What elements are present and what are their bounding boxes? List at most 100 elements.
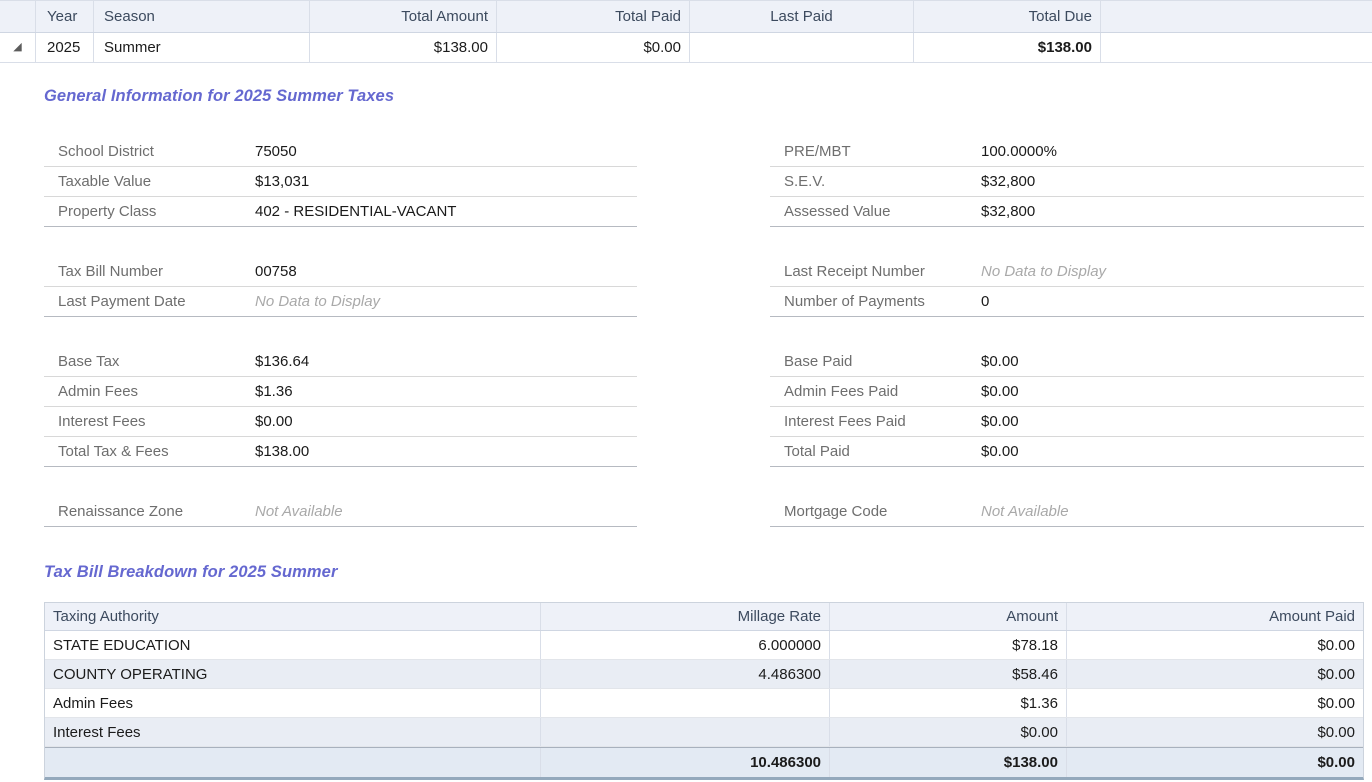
cell-total-due: $138.00 bbox=[914, 33, 1101, 62]
info-row-last-receipt-number: Last Receipt Number No Data to Display bbox=[770, 257, 1364, 287]
field-label: Base Tax bbox=[58, 353, 255, 370]
column-header-total-paid: Total Paid bbox=[497, 1, 690, 32]
field-value-empty: Not Available bbox=[981, 503, 1069, 520]
info-row-pre-mbt: PRE/MBT 100.0000% bbox=[770, 137, 1364, 167]
cell-amount-paid: $0.00 bbox=[1067, 631, 1363, 659]
column-header-taxing-authority: Taxing Authority bbox=[45, 603, 541, 630]
cell-total-amount-paid: $0.00 bbox=[1067, 748, 1363, 777]
field-label: Last Receipt Number bbox=[784, 263, 981, 280]
info-group-receipts: Last Receipt Number No Data to Display N… bbox=[770, 257, 1364, 317]
field-label: Admin Fees bbox=[58, 383, 255, 400]
general-information-heading: General Information for 2025 Summer Taxe… bbox=[44, 87, 394, 106]
info-group-property: School District 75050 Taxable Value $13,… bbox=[44, 137, 637, 227]
general-info-left-column: School District 75050 Taxable Value $13,… bbox=[44, 137, 637, 557]
cell-taxing-authority: Admin Fees bbox=[45, 689, 541, 717]
info-row-base-paid: Base Paid $0.00 bbox=[770, 347, 1364, 377]
column-header-amount: Amount bbox=[830, 603, 1067, 630]
row-expander-cell: ◢ bbox=[0, 33, 36, 62]
field-label: S.E.V. bbox=[784, 173, 981, 190]
cell-millage-rate bbox=[541, 718, 830, 746]
cell-taxing-authority: STATE EDUCATION bbox=[45, 631, 541, 659]
breakdown-row-county-operating: COUNTY OPERATING 4.486300 $58.46 $0.00 bbox=[45, 660, 1363, 689]
cell-millage-rate bbox=[541, 689, 830, 717]
cell-filler bbox=[1101, 33, 1372, 62]
breakdown-row-state-education: STATE EDUCATION 6.000000 $78.18 $0.00 bbox=[45, 631, 1363, 660]
column-header-total-due: Total Due bbox=[914, 1, 1101, 32]
cell-taxing-authority: Interest Fees bbox=[45, 718, 541, 746]
info-group-paid-amounts: Base Paid $0.00 Admin Fees Paid $0.00 In… bbox=[770, 347, 1364, 467]
info-group-mortgage: Mortgage Code Not Available bbox=[770, 497, 1364, 527]
field-value: $138.00 bbox=[255, 443, 309, 460]
field-label: Tax Bill Number bbox=[58, 263, 255, 280]
cell-amount: $78.18 bbox=[830, 631, 1067, 659]
info-row-assessed-value: Assessed Value $32,800 bbox=[770, 197, 1364, 227]
tax-bill-breakdown-table: Taxing Authority Millage Rate Amount Amo… bbox=[44, 602, 1364, 780]
field-label: Base Paid bbox=[784, 353, 981, 370]
info-group-renaissance: Renaissance Zone Not Available bbox=[44, 497, 637, 527]
field-value: $0.00 bbox=[981, 383, 1019, 400]
row-expand-toggle-icon[interactable]: ◢ bbox=[13, 42, 21, 53]
field-value: $0.00 bbox=[255, 413, 293, 430]
field-label: Interest Fees bbox=[58, 413, 255, 430]
info-row-renaissance-zone: Renaissance Zone Not Available bbox=[44, 497, 637, 527]
field-value: 00758 bbox=[255, 263, 297, 280]
column-header-season: Season bbox=[94, 1, 310, 32]
cell-amount-paid: $0.00 bbox=[1067, 689, 1363, 717]
cell-amount-paid: $0.00 bbox=[1067, 718, 1363, 746]
field-value: 100.0000% bbox=[981, 143, 1057, 160]
breakdown-totals-row: 10.486300 $138.00 $0.00 bbox=[45, 747, 1363, 777]
field-value: $1.36 bbox=[255, 383, 293, 400]
field-value: $0.00 bbox=[981, 413, 1019, 430]
tax-bill-breakdown-heading: Tax Bill Breakdown for 2025 Summer bbox=[44, 563, 337, 582]
field-label: School District bbox=[58, 143, 255, 160]
field-value: $32,800 bbox=[981, 173, 1035, 190]
info-row-school-district: School District 75050 bbox=[44, 137, 637, 167]
field-value: $13,031 bbox=[255, 173, 309, 190]
field-value: 0 bbox=[981, 293, 989, 310]
column-header-amount-paid: Amount Paid bbox=[1067, 603, 1363, 630]
field-label: Interest Fees Paid bbox=[784, 413, 981, 430]
field-label: Admin Fees Paid bbox=[784, 383, 981, 400]
cell-amount-paid: $0.00 bbox=[1067, 660, 1363, 688]
field-value: $0.00 bbox=[981, 443, 1019, 460]
cell-totals-spacer bbox=[45, 748, 541, 777]
field-value-empty: Not Available bbox=[255, 503, 343, 520]
field-label: Number of Payments bbox=[784, 293, 981, 310]
field-label: Renaissance Zone bbox=[58, 503, 255, 520]
cell-millage-rate: 6.000000 bbox=[541, 631, 830, 659]
cell-total-amount: $138.00 bbox=[310, 33, 497, 62]
cell-last-paid bbox=[690, 33, 914, 62]
cell-year: 2025 bbox=[36, 33, 94, 62]
field-value-empty: No Data to Display bbox=[981, 263, 1106, 280]
field-value-empty: No Data to Display bbox=[255, 293, 380, 310]
info-row-property-class: Property Class 402 - RESIDENTIAL-VACANT bbox=[44, 197, 637, 227]
field-value: 402 - RESIDENTIAL-VACANT bbox=[255, 203, 456, 220]
column-header-last-paid: Last Paid bbox=[690, 1, 914, 32]
cell-taxing-authority: COUNTY OPERATING bbox=[45, 660, 541, 688]
column-header-total-amount: Total Amount bbox=[310, 1, 497, 32]
cell-amount: $58.46 bbox=[830, 660, 1067, 688]
breakdown-header-row: Taxing Authority Millage Rate Amount Amo… bbox=[45, 603, 1363, 631]
info-group-valuation: PRE/MBT 100.0000% S.E.V. $32,800 Assesse… bbox=[770, 137, 1364, 227]
column-header-year: Year bbox=[36, 1, 94, 32]
field-value: $136.64 bbox=[255, 353, 309, 370]
info-row-number-of-payments: Number of Payments 0 bbox=[770, 287, 1364, 317]
summary-grid-row-2025-summer: ◢ 2025 Summer $138.00 $0.00 $138.00 bbox=[0, 33, 1372, 63]
info-row-interest-fees-paid: Interest Fees Paid $0.00 bbox=[770, 407, 1364, 437]
field-label: PRE/MBT bbox=[784, 143, 981, 160]
field-label: Property Class bbox=[58, 203, 255, 220]
cell-total-amount: $138.00 bbox=[830, 748, 1067, 777]
field-label: Assessed Value bbox=[784, 203, 981, 220]
info-row-mortgage-code: Mortgage Code Not Available bbox=[770, 497, 1364, 527]
field-label: Total Paid bbox=[784, 443, 981, 460]
breakdown-row-interest-fees: Interest Fees $0.00 $0.00 bbox=[45, 718, 1363, 747]
field-label: Last Payment Date bbox=[58, 293, 255, 310]
field-value: $32,800 bbox=[981, 203, 1035, 220]
cell-millage-rate: 4.486300 bbox=[541, 660, 830, 688]
cell-season: Summer bbox=[94, 33, 310, 62]
info-row-base-tax: Base Tax $136.64 bbox=[44, 347, 637, 377]
cell-total-paid: $0.00 bbox=[497, 33, 690, 62]
field-label: Taxable Value bbox=[58, 173, 255, 190]
cell-total-millage: 10.486300 bbox=[541, 748, 830, 777]
info-row-taxable-value: Taxable Value $13,031 bbox=[44, 167, 637, 197]
